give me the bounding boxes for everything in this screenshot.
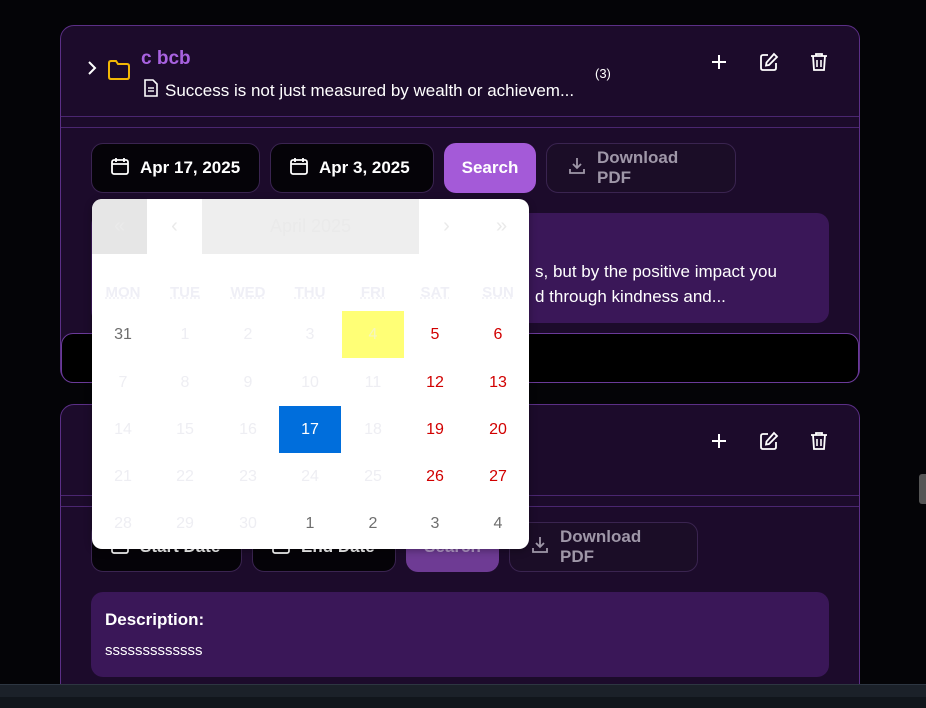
month-label[interactable]: April 2025 (202, 199, 419, 254)
calendar-day[interactable]: 11 (342, 359, 404, 406)
next-year-button[interactable]: » (474, 199, 529, 254)
start-date-value: Apr 17, 2025 (140, 158, 241, 177)
download-pdf-button[interactable]: Download PDF (509, 522, 698, 572)
calendar-day[interactable]: 16 (217, 406, 279, 453)
description-box: Description: sssssssssssss (91, 592, 829, 677)
calendar-day[interactable]: 29 (154, 500, 216, 547)
download-pdf-label: Download PDF (560, 527, 642, 566)
calendar-day[interactable]: 12 (404, 359, 466, 406)
weekday-thu: THU (294, 284, 326, 301)
calendar-day[interactable]: 3 (279, 311, 341, 358)
calendar-day[interactable]: 18 (342, 406, 404, 453)
calendar-day[interactable]: 1 (154, 311, 216, 358)
edit-icon[interactable] (757, 50, 781, 74)
scrollbar-thumb[interactable] (919, 474, 926, 504)
calendar-day-selected[interactable]: 17 (279, 406, 341, 453)
calendar-day[interactable]: 28 (92, 500, 154, 547)
calendar-day[interactable]: 13 (467, 359, 529, 406)
weekday-sat: SAT (420, 284, 450, 301)
next-month-button[interactable]: › (419, 199, 474, 254)
calendar-icon (289, 156, 309, 181)
calendar-day[interactable]: 19 (404, 406, 466, 453)
calendar-day[interactable]: 1 (279, 500, 341, 547)
entry-description-preview: Success is not just measured by wealth o… (143, 79, 574, 102)
taskbar-strip (0, 697, 926, 708)
calendar-day[interactable]: 8 (154, 359, 216, 406)
prev-month-button[interactable]: ‹ (147, 199, 202, 254)
calendar-day[interactable]: 25 (342, 453, 404, 500)
description-value: sssssssssssss (105, 642, 203, 659)
calendar-day-today[interactable]: 4 (342, 311, 404, 358)
calendar-day[interactable]: 4 (467, 500, 529, 547)
calendar-icon (110, 156, 130, 181)
description-text-line-1: s, but by the positive impact you (535, 262, 777, 281)
calendar-day[interactable]: 10 (279, 359, 341, 406)
date-picker-calendar: « ‹ April 2025 › » MON TUE WED THU FRI S… (92, 199, 529, 549)
header-divider (61, 127, 859, 128)
calendar-day[interactable]: 15 (154, 406, 216, 453)
calendar-day[interactable]: 2 (342, 500, 404, 547)
calendar-day[interactable]: 27 (467, 453, 529, 500)
weekday-fri: FRI (360, 284, 386, 301)
calendar-day[interactable]: 7 (92, 359, 154, 406)
entry-title: c bcb (141, 48, 191, 69)
calendar-day[interactable]: 9 (217, 359, 279, 406)
calendar-day[interactable]: 21 (92, 453, 154, 500)
start-date-picker[interactable]: Apr 17, 2025 (91, 143, 260, 193)
download-icon (567, 156, 587, 181)
calendar-day[interactable]: 26 (404, 453, 466, 500)
chevron-right-icon[interactable] (85, 59, 99, 82)
description-label: Description: (105, 610, 205, 629)
calendar-day[interactable]: 24 (279, 453, 341, 500)
calendar-day[interactable]: 20 (467, 406, 529, 453)
end-date-picker[interactable]: Apr 3, 2025 (270, 143, 434, 193)
header-divider (61, 116, 859, 117)
trash-icon[interactable] (807, 50, 831, 74)
weekday-tue: TUE (170, 284, 200, 301)
description-text-line-2: d through kindness and... (535, 287, 726, 306)
weekday-wed: WED (230, 284, 266, 301)
calendar-day[interactable]: 22 (154, 453, 216, 500)
entry-count: (3) (595, 66, 611, 81)
calendar-day[interactable]: 31 (92, 311, 154, 358)
calendar-day[interactable]: 2 (217, 311, 279, 358)
download-icon (530, 535, 550, 560)
prev-year-button[interactable]: « (92, 199, 147, 254)
weekday-sun: SUN (482, 284, 514, 301)
folder-icon (107, 59, 131, 86)
calendar-day[interactable]: 3 (404, 500, 466, 547)
calendar-day[interactable]: 30 (217, 500, 279, 547)
document-icon (143, 79, 159, 102)
add-icon[interactable] (707, 50, 731, 74)
calendar-day[interactable]: 5 (404, 311, 466, 358)
download-pdf-label: Download PDF (597, 148, 679, 187)
weekday-mon: MON (105, 284, 141, 301)
download-pdf-button[interactable]: Download PDF (546, 143, 736, 193)
end-date-value: Apr 3, 2025 (319, 158, 410, 177)
calendar-day[interactable]: 6 (467, 311, 529, 358)
calendar-day[interactable]: 14 (92, 406, 154, 453)
search-button[interactable]: Search (444, 143, 536, 193)
add-icon[interactable] (707, 429, 731, 453)
trash-icon[interactable] (807, 429, 831, 453)
edit-icon[interactable] (757, 429, 781, 453)
entry-description-text: Success is not just measured by wealth o… (165, 80, 575, 100)
calendar-day[interactable]: 23 (217, 453, 279, 500)
